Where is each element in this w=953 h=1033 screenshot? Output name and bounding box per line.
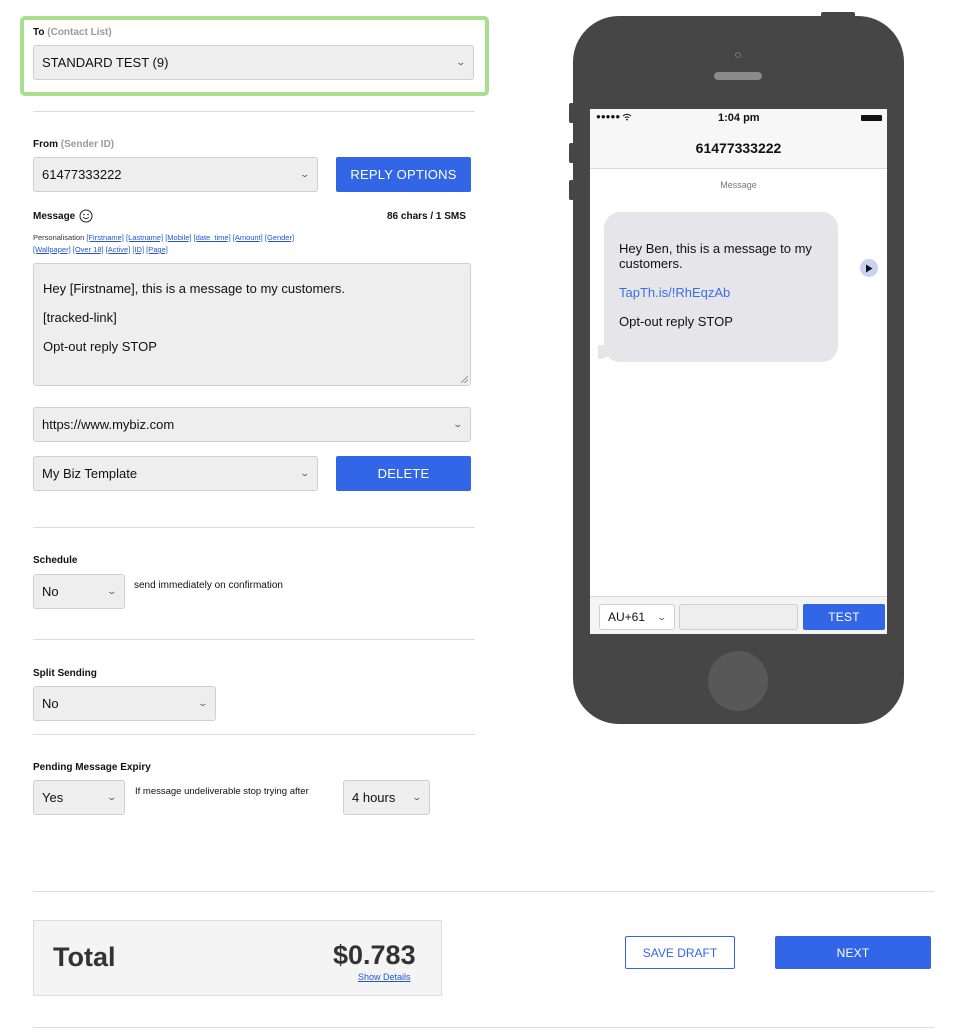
message-label: Message	[33, 209, 93, 223]
tag-page[interactable]: [Page]	[146, 245, 168, 254]
test-button[interactable]: TEST	[803, 604, 885, 630]
emoji-icon[interactable]	[79, 209, 93, 223]
test-number-input[interactable]	[679, 604, 798, 630]
contact-list-value: STANDARD TEST (9)	[42, 55, 169, 70]
wifi-icon	[622, 113, 632, 120]
message-textarea[interactable]: Hey [Firstname], this is a message to my…	[33, 263, 471, 386]
reply-options-button[interactable]: REPLY OPTIONS	[336, 157, 471, 192]
divider	[33, 734, 475, 735]
to-label: To (Contact List)	[33, 27, 112, 38]
country-code-select[interactable]: AU+61 ⌄	[599, 604, 675, 630]
chevron-down-icon: ⌄	[411, 792, 423, 802]
tag-active[interactable]: [Active]	[106, 245, 131, 254]
tracked-link-select[interactable]: https://www.mybiz.com ⌄	[33, 407, 471, 442]
tag-gender[interactable]: [Gender]	[265, 233, 294, 242]
divider	[33, 1027, 934, 1028]
phone-status-bar: ●●●●● 1:04 pm 61477333222	[590, 109, 887, 169]
divider	[33, 527, 475, 528]
phone-camera	[735, 52, 741, 58]
chevron-down-icon: ⌄	[106, 792, 118, 802]
tag-wallpaper[interactable]: [Wallpaper]	[33, 245, 71, 254]
phone-screen: ●●●●● 1:04 pm 61477333222 Message	[590, 109, 887, 634]
chevron-down-icon: ⌄	[106, 586, 118, 596]
test-bar: AU+61 ⌄ TEST	[590, 596, 887, 634]
expiry-duration-value: 4 hours	[352, 790, 396, 805]
total-amount: $0.783	[333, 940, 416, 970]
chevron-down-icon: ⌄	[299, 169, 311, 179]
personalisation-tags: Personalisation [Firstname] [Lastname] […	[33, 233, 295, 254]
resize-handle-icon[interactable]	[461, 376, 468, 383]
divider	[33, 891, 934, 892]
from-label: From (Sender ID)	[33, 139, 115, 150]
char-counter: 86 chars / 1 SMS	[387, 211, 466, 222]
contact-list-select[interactable]: STANDARD TEST (9) ⌄	[33, 45, 474, 80]
expiry-duration-select[interactable]: 4 hours ⌄	[343, 780, 430, 815]
template-select[interactable]: My Biz Template ⌄	[33, 456, 318, 491]
template-value: My Biz Template	[42, 466, 138, 481]
tag-date-time[interactable]: [date_time]	[194, 233, 231, 242]
tracked-link-value: https://www.mybiz.com	[42, 417, 175, 432]
tag-amount[interactable]: [Amount]	[233, 233, 263, 242]
bubble-text: Hey Ben, this is a message to my custome…	[619, 241, 812, 271]
signal-indicator: ●●●●●	[596, 112, 632, 121]
total-label: Total	[53, 942, 116, 972]
tag-id[interactable]: [ID]	[132, 245, 144, 254]
tag-lastname[interactable]: [Lastname]	[126, 233, 163, 242]
chevron-down-icon: ⌄	[455, 57, 467, 67]
sender-id-select[interactable]: 61477333222 ⌄	[33, 157, 318, 192]
expiry-label: Pending Message Expiry	[33, 762, 151, 773]
phone-contact: 61477333222	[695, 140, 782, 156]
country-code-value: AU+61	[608, 610, 646, 624]
sender-id-value: 61477333222	[42, 167, 122, 182]
thread-label: Message	[720, 180, 757, 190]
schedule-note: send immediately on confirmation	[134, 580, 283, 591]
message-line: Hey [Firstname], this is a message to my…	[43, 281, 345, 296]
divider	[33, 639, 475, 640]
show-details-link[interactable]: Show Details	[358, 972, 411, 982]
delete-template-button[interactable]: DELETE	[336, 456, 471, 491]
expiry-select[interactable]: Yes ⌄	[33, 780, 125, 815]
message-line: Opt-out reply STOP	[43, 339, 157, 354]
expiry-note: If message undeliverable stop trying aft…	[135, 786, 309, 797]
message-bubble: Hey Ben, this is a message to my custome…	[604, 212, 838, 362]
phone-time: 1:04 pm	[718, 112, 760, 124]
expiry-value: Yes	[42, 790, 64, 805]
divider	[33, 111, 475, 112]
schedule-value: No	[42, 584, 59, 599]
next-button[interactable]: NEXT	[775, 936, 931, 969]
split-sending-label: Split Sending	[33, 668, 97, 679]
chevron-down-icon: ⌄	[452, 419, 464, 429]
schedule-label: Schedule	[33, 555, 78, 566]
play-icon[interactable]	[860, 259, 878, 277]
bubble-link[interactable]: TapTh.is/!RhEqzAb	[619, 285, 823, 300]
chevron-down-icon: ⌄	[197, 698, 209, 708]
phone-speaker	[714, 72, 762, 80]
save-draft-button[interactable]: SAVE DRAFT	[625, 936, 735, 969]
bubble-optout: Opt-out reply STOP	[619, 314, 733, 329]
total-box: Total $0.783 Show Details	[33, 920, 442, 996]
message-line: [tracked-link]	[43, 310, 117, 325]
battery-icon	[861, 115, 882, 121]
tag-over-18[interactable]: [Over 18]	[73, 245, 104, 254]
split-sending-select[interactable]: No ⌄	[33, 686, 216, 721]
chevron-down-icon: ⌄	[656, 611, 668, 622]
chevron-down-icon: ⌄	[299, 468, 311, 478]
schedule-select[interactable]: No ⌄	[33, 574, 125, 609]
tag-mobile[interactable]: [Mobile]	[165, 233, 191, 242]
phone-home-button	[708, 651, 768, 711]
split-sending-value: No	[42, 696, 59, 711]
tag-firstname[interactable]: [Firstname]	[86, 233, 124, 242]
